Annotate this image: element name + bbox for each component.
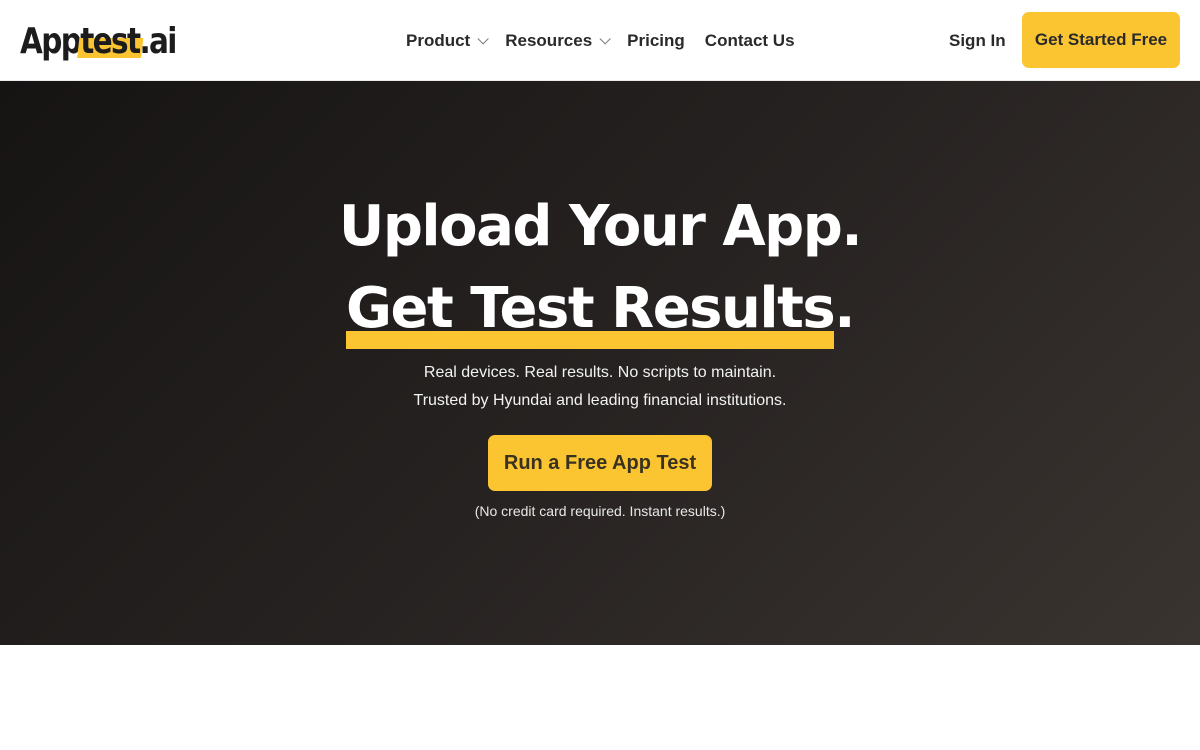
nav-item-resources[interactable]: Resources xyxy=(505,30,611,51)
nav-item-label: Contact Us xyxy=(704,30,795,50)
logo-part-test: test xyxy=(80,21,141,62)
logo-part-app: App xyxy=(20,21,82,62)
title-highlight-underline: Get Test Results xyxy=(346,281,836,349)
hero-note: (No credit card required. Instant result… xyxy=(474,503,726,519)
get-started-free-button[interactable]: Get Started Free xyxy=(1022,12,1180,68)
nav-item-label: Product xyxy=(406,30,471,50)
top-navbar: App test .ai Product Resources Pricing Con… xyxy=(0,0,1200,81)
hero-title-period: . xyxy=(834,276,855,341)
nav-item-product[interactable]: Product xyxy=(406,30,490,51)
nav-item-label: Pricing xyxy=(627,30,685,50)
nav-item-pricing[interactable]: Pricing xyxy=(627,31,685,51)
nav-item-label: Resources xyxy=(505,30,593,50)
chevron-down-icon xyxy=(477,32,490,45)
hero-title-line1: Upload Your App. xyxy=(338,194,863,259)
sign-in-link[interactable]: Sign In xyxy=(949,0,1006,81)
logo-highlight: test xyxy=(80,21,141,62)
logo-part-ai: .ai xyxy=(139,21,177,62)
hero-section: Upload Your App. Get Test Results. Real … xyxy=(0,81,1200,645)
hero-subtitle-line2: Trusted by Hyundai and leading financial… xyxy=(413,392,787,409)
run-free-app-test-button[interactable]: Run a Free App Test xyxy=(488,435,712,491)
hero-subtitle-line1: Real devices. Real results. No scripts t… xyxy=(423,364,777,381)
hero-title-line2: Get Test Results. xyxy=(0,281,1200,349)
hero-title-highlight: Get Test Results xyxy=(346,276,836,341)
nav-item-contact-us[interactable]: Contact Us xyxy=(705,31,795,51)
apptest-logo[interactable]: App test .ai xyxy=(20,16,177,62)
main-nav: Product Resources Pricing Contact Us xyxy=(406,0,815,81)
chevron-down-icon xyxy=(599,32,611,45)
